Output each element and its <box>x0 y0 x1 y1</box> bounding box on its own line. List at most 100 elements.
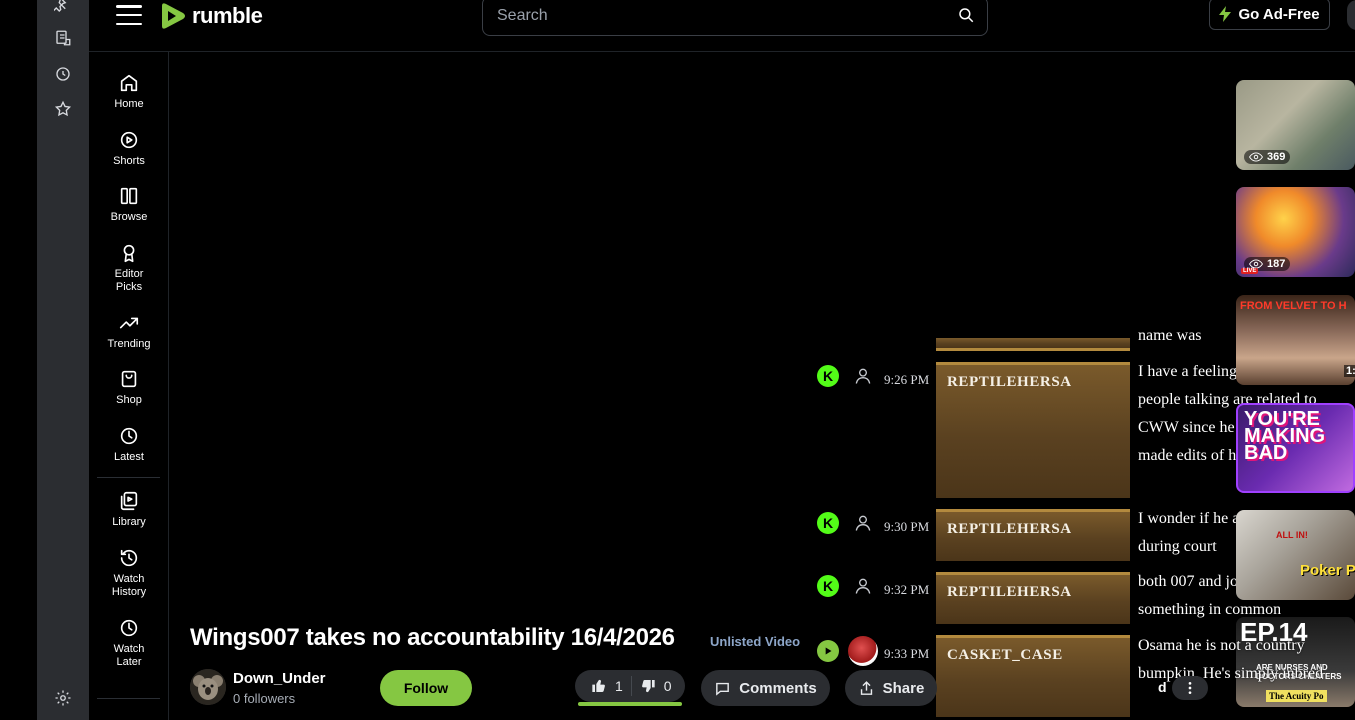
comments-label: Comments <box>739 679 817 697</box>
history-icon <box>120 549 138 567</box>
pin-icon[interactable] <box>37 0 89 17</box>
thumbs-up-icon <box>592 679 605 693</box>
sidebar-divider <box>97 698 160 699</box>
sidebar-item-label: Latest <box>114 451 144 463</box>
chat-timestamp: 9:26 PM <box>884 372 930 387</box>
sidebar-item-browse[interactable]: Browse <box>89 185 169 224</box>
sidebar-item-watch-history[interactable]: Watch History <box>89 547 169 599</box>
clock-icon <box>120 619 138 637</box>
search-input[interactable] <box>497 5 937 27</box>
user-icon <box>853 366 873 386</box>
rumble-play-icon <box>162 3 185 29</box>
lightning-icon <box>1219 6 1232 22</box>
clock-icon <box>120 427 138 445</box>
sidebar-item-label: Editor Picks <box>114 268 144 293</box>
thumbnail-text: FROM VELVET TO H <box>1240 300 1347 312</box>
user-icon <box>853 513 873 533</box>
more-vertical-icon <box>1188 682 1192 694</box>
sidebar-divider <box>97 477 160 478</box>
live-badge: LIVE <box>1241 268 1259 274</box>
like-button[interactable]: 1 <box>575 670 623 702</box>
sidebar-item-editor-picks[interactable]: Editor Picks <box>89 242 169 294</box>
user-avatar[interactable] <box>1347 0 1355 30</box>
chat-name-plate: REPTILEHERSA <box>936 572 1130 624</box>
sidebar-item-label: Shorts <box>113 155 145 167</box>
sidebar-item-library[interactable]: Library <box>89 490 169 529</box>
comment-icon <box>716 682 730 696</box>
shopping-bag-icon <box>121 370 137 388</box>
sidebar-item-label: Watch Later <box>113 643 145 668</box>
thumbnail-text: YOU'RE MAKING BAD <box>1244 408 1326 464</box>
vote-buttons: 1 0 <box>575 670 685 702</box>
more-options-button[interactable]: d <box>1158 676 1208 700</box>
channel-avatar[interactable] <box>190 669 226 705</box>
sidebar-item-latest[interactable]: Latest <box>89 425 169 464</box>
trending-icon <box>119 317 139 329</box>
logo-wordmark: rumble <box>192 3 263 28</box>
dislike-count: 0 <box>663 678 672 694</box>
related-video-thumbnail[interactable]: ALL IN! Poker P <box>1236 510 1355 600</box>
chat-username: CASKET_CASE <box>947 647 1063 663</box>
vote-ratio-bar <box>578 702 682 706</box>
chat-timestamp: 9:30 PM <box>884 519 930 534</box>
menu-icon[interactable] <box>116 3 142 27</box>
partial-button-label: d <box>1158 679 1167 695</box>
thumbnail-text: The Acuity Po <box>1266 690 1327 702</box>
history-icon[interactable] <box>37 62 89 86</box>
sidebar-item-shop[interactable]: Shop <box>89 368 169 407</box>
share-label: Share <box>882 679 925 697</box>
sidebar-item-shorts[interactable]: Shorts <box>89 129 169 168</box>
sidebar-item-watch-later[interactable]: Watch Later <box>89 617 169 669</box>
library-icon <box>120 491 138 511</box>
sidebar-item-label: Browse <box>110 211 148 223</box>
thumbnail-text: Poker P <box>1300 562 1355 579</box>
chat-name-plate: CASKET_CASE <box>936 635 1130 717</box>
app-root: rumble Go Ad-Free Home Shorts Browse <box>0 0 1355 720</box>
thumbs-down-icon <box>641 679 655 693</box>
chat-username: REPTILEHERSA <box>947 521 1072 537</box>
top-header: rumble Go Ad-Free <box>89 0 1355 52</box>
chat-username: REPTILEHERSA <box>947 374 1072 390</box>
related-video-thumbnail[interactable]: 187 LIVE <box>1236 187 1355 277</box>
search-icon[interactable] <box>957 6 977 26</box>
related-video-thumbnail[interactable]: 369 <box>1236 80 1355 170</box>
kick-badge-icon: K <box>817 365 839 387</box>
share-button[interactable]: Share <box>845 670 937 706</box>
settings-gear-icon[interactable] <box>37 686 89 710</box>
sidebar-item-home[interactable]: Home <box>89 72 169 111</box>
views-count: 369 <box>1244 150 1291 164</box>
rumble-logo[interactable]: rumble <box>156 0 263 32</box>
kick-badge-icon: K <box>817 512 839 534</box>
chat-timestamp: 9:33 PM <box>884 646 930 661</box>
views-count-value: 369 <box>1267 151 1286 163</box>
follow-button[interactable]: Follow <box>380 670 472 706</box>
search-bar <box>482 0 988 36</box>
like-count: 1 <box>615 678 623 694</box>
related-video-thumbnail[interactable]: YOU'RE MAKING BAD <box>1236 403 1355 493</box>
eye-icon <box>1249 152 1263 162</box>
sidebar-item-trending[interactable]: Trending <box>89 312 169 351</box>
go-ad-free-button[interactable]: Go Ad-Free <box>1209 0 1330 30</box>
chat-username: REPTILEHERSA <box>947 584 1072 600</box>
go-ad-free-label: Go Ad-Free <box>1238 5 1320 23</box>
chat-user-avatar <box>848 636 878 666</box>
sidebar-item-label: Library <box>112 516 146 528</box>
channel-name[interactable]: Down_Under <box>233 670 326 687</box>
follower-count: 0 followers <box>233 691 296 706</box>
home-icon <box>120 74 138 92</box>
dislike-button[interactable]: 0 <box>640 670 672 702</box>
sidebar-item-label: Home <box>114 98 144 110</box>
reading-list-icon[interactable] <box>37 26 89 50</box>
views-count-value: 187 <box>1267 258 1286 270</box>
browser-extension-rail <box>37 0 89 720</box>
chat-name-plate: REPTILEHERSA <box>936 509 1130 561</box>
user-icon <box>853 576 873 596</box>
rumble-badge-icon <box>817 640 839 662</box>
star-icon[interactable] <box>37 97 89 121</box>
sidebar-item-label: Shop <box>116 394 142 406</box>
share-icon <box>860 680 872 695</box>
shorts-icon <box>120 131 138 149</box>
comments-button[interactable]: Comments <box>701 670 830 706</box>
related-video-thumbnail[interactable]: FROM VELVET TO H 1: <box>1236 295 1355 385</box>
kick-badge-icon: K <box>817 575 839 597</box>
